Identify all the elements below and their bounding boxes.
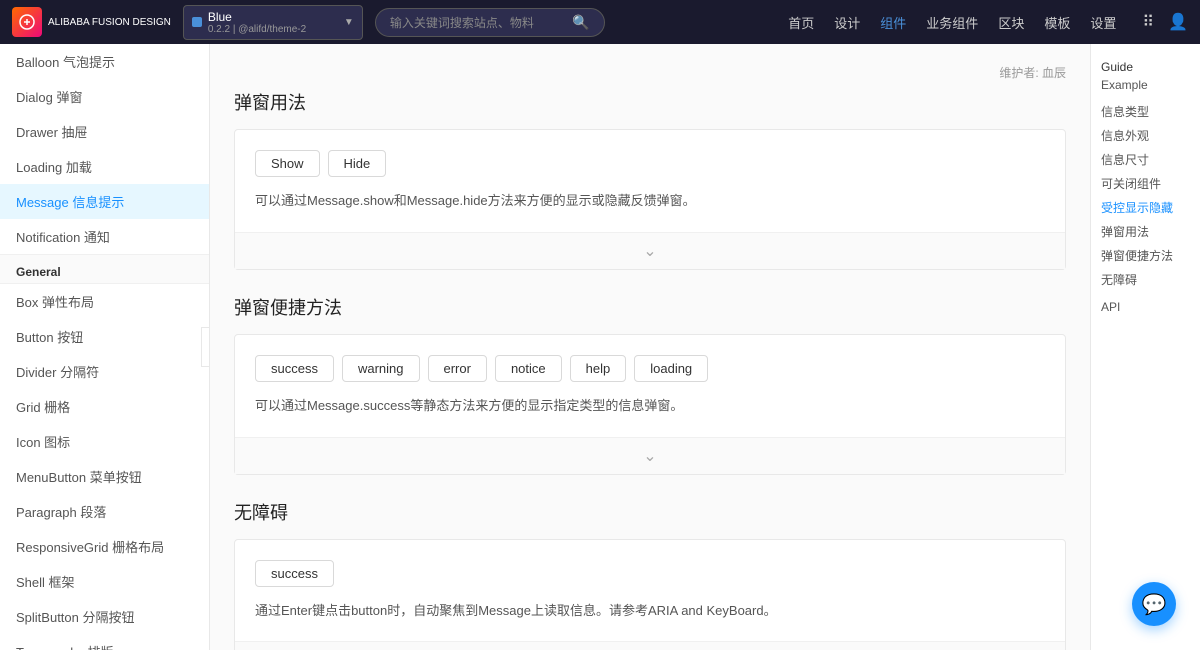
demo-card-1-body: Show Hide 可以通过Message.show和Message.hide方… — [235, 130, 1065, 232]
theme-selector[interactable]: Blue 0.2.2 | @alifd/theme-2 ▼ — [183, 5, 363, 40]
sidebar-item-responsivegrid[interactable]: ResponsiveGrid 栅格布局 — [0, 529, 209, 564]
sidebar-item-loading[interactable]: Loading 加载 — [0, 149, 209, 184]
sidebar-item-splitbutton[interactable]: SplitButton 分隔按钮 — [0, 599, 209, 634]
success-button-2[interactable]: success — [255, 560, 334, 587]
top-nav: ALIBABA FUSION DESIGN Blue 0.2.2 | @alif… — [0, 0, 1200, 44]
demo-card-3-footer[interactable]: ⌄ — [235, 641, 1065, 650]
maintainer-info: 维护者: 血辰 — [234, 64, 1066, 81]
right-panel: Guide Example 信息类型 信息外观 信息尺寸 可关闭组件 受控显示隐… — [1090, 44, 1200, 650]
nav-link-design[interactable]: 设计 — [834, 13, 860, 32]
right-panel-item-modal-usage[interactable]: 弹窗用法 — [1101, 220, 1190, 244]
sidebar-item-typography[interactable]: Typography 排版 — [0, 634, 209, 650]
right-panel-item-size[interactable]: 信息尺寸 — [1101, 148, 1190, 172]
right-panel-api[interactable]: API — [1101, 300, 1190, 314]
error-button[interactable]: error — [428, 355, 487, 382]
nav-link-home[interactable]: 首页 — [788, 13, 814, 32]
theme-info: Blue 0.2.2 | @alifd/theme-2 — [208, 10, 338, 35]
sidebar-item-menubutton[interactable]: MenuButton 菜单按钮 — [0, 459, 209, 494]
demo-buttons-2: success warning error notice help loadin… — [255, 355, 1045, 382]
sidebar-item-box[interactable]: Box 弹性布局 — [0, 284, 209, 319]
notice-button[interactable]: notice — [495, 355, 562, 382]
section3-description: 通过Enter键点击button时，自动聚焦到Message上读取信息。请参考A… — [255, 601, 1045, 622]
sidebar-item-grid[interactable]: Grid 栅格 — [0, 389, 209, 424]
right-panel-guide[interactable]: Guide — [1101, 60, 1190, 74]
grid-icon[interactable]: ⠿ — [1142, 12, 1154, 32]
chat-icon: 💬 — [1142, 592, 1167, 617]
demo-card-2-footer[interactable]: ⌄ — [235, 437, 1065, 474]
demo-card-1: Show Hide 可以通过Message.show和Message.hide方… — [234, 129, 1066, 270]
theme-version: 0.2.2 | @alifd/theme-2 — [208, 24, 338, 35]
right-panel-item-type[interactable]: 信息类型 — [1101, 100, 1190, 124]
sidebar-item-icon[interactable]: Icon 图标 — [0, 424, 209, 459]
demo-card-1-footer[interactable]: ⌄ — [235, 232, 1065, 269]
nav-links: 首页 设计 组件 业务组件 区块 模板 设置 — [788, 13, 1116, 32]
demo-buttons-1: Show Hide — [255, 150, 1045, 177]
nav-link-biz[interactable]: 业务组件 — [926, 13, 978, 32]
sidebar-collapse-button[interactable]: 《 — [201, 327, 210, 367]
sidebar-item-message[interactable]: Message 信息提示 — [0, 184, 209, 219]
nav-icons: ⠿ 👤 — [1142, 12, 1188, 32]
right-panel-item-accessibility[interactable]: 无障碍 — [1101, 268, 1190, 292]
section2-title: 弹窗便捷方法 — [234, 294, 1066, 320]
success-button-1[interactable]: success — [255, 355, 334, 382]
hide-button[interactable]: Hide — [328, 150, 387, 177]
show-button[interactable]: Show — [255, 150, 320, 177]
right-panel-item-closable[interactable]: 可关闭组件 — [1101, 172, 1190, 196]
demo-card-2-body: success warning error notice help loadin… — [235, 335, 1065, 437]
logo-text: ALIBABA FUSION DESIGN — [48, 16, 171, 29]
nav-link-templates[interactable]: 模板 — [1044, 13, 1070, 32]
search-icon: 🔍 — [572, 14, 589, 31]
sidebar-item-divider[interactable]: Divider 分隔符 — [0, 354, 209, 389]
demo-card-2: success warning error notice help loadin… — [234, 334, 1066, 475]
section-modal-shortcuts: 弹窗便捷方法 success warning error notice help… — [234, 294, 1066, 475]
nav-link-blocks[interactable]: 区块 — [998, 13, 1024, 32]
sidebar-item-drawer[interactable]: Drawer 抽屉 — [0, 114, 209, 149]
section2-description: 可以通过Message.success等静态方法来方便的显示指定类型的信息弹窗。 — [255, 396, 1045, 417]
sidebar-item-shell[interactable]: Shell 框架 — [0, 564, 209, 599]
warning-button[interactable]: warning — [342, 355, 420, 382]
sidebar: Balloon 气泡提示 Dialog 弹窗 Drawer 抽屉 Loading… — [0, 44, 210, 650]
sidebar-item-button[interactable]: Button 按钮 — [0, 319, 209, 354]
section-accessibility: 无障碍 success 通过Enter键点击button时，自动聚焦到Messa… — [234, 499, 1066, 650]
right-panel-item-controlled[interactable]: 受控显示隐藏 — [1101, 196, 1190, 220]
right-panel-item-appearance[interactable]: 信息外观 — [1101, 124, 1190, 148]
demo-buttons-3: success — [255, 560, 1045, 587]
logo-area: ALIBABA FUSION DESIGN — [12, 7, 171, 37]
sidebar-item-balloon[interactable]: Balloon 气泡提示 — [0, 44, 209, 79]
loading-button[interactable]: loading — [634, 355, 708, 382]
section1-description: 可以通过Message.show和Message.hide方法来方便的显示或隐藏… — [255, 191, 1045, 212]
user-avatar-icon[interactable]: 👤 — [1168, 12, 1188, 32]
chevron-down-icon: ▼ — [344, 17, 354, 28]
right-panel-item-modal-shortcut[interactable]: 弹窗便捷方法 — [1101, 244, 1190, 268]
help-button[interactable]: help — [570, 355, 627, 382]
theme-name: Blue — [208, 10, 338, 24]
section-modal-usage: 弹窗用法 Show Hide 可以通过Message.show和Message.… — [234, 89, 1066, 270]
expand-icon-2: ⌄ — [643, 446, 656, 466]
section1-title: 弹窗用法 — [234, 89, 1066, 115]
content-wrapper: 维护者: 血辰 弹窗用法 Show Hide 可以通过Message.show和… — [210, 44, 1200, 650]
sidebar-section-general: General — [0, 254, 209, 284]
expand-icon-1: ⌄ — [643, 241, 656, 261]
sidebar-item-notification[interactable]: Notification 通知 — [0, 219, 209, 254]
sidebar-item-paragraph[interactable]: Paragraph 段落 — [0, 494, 209, 529]
theme-dot — [192, 17, 202, 27]
sidebar-item-dialog[interactable]: Dialog 弹窗 — [0, 79, 209, 114]
main-layout: Balloon 气泡提示 Dialog 弹窗 Drawer 抽屉 Loading… — [0, 44, 1200, 650]
right-panel-example[interactable]: Example — [1101, 78, 1190, 92]
section3-title: 无障碍 — [234, 499, 1066, 525]
demo-card-3-body: success 通过Enter键点击button时，自动聚焦到Message上读… — [235, 540, 1065, 642]
chat-button[interactable]: 💬 — [1132, 582, 1176, 626]
demo-card-3: success 通过Enter键点击button时，自动聚焦到Message上读… — [234, 539, 1066, 650]
search-text: 输入关键词搜索站点、物料 — [390, 14, 534, 31]
search-bar[interactable]: 输入关键词搜索站点、物料 🔍 — [375, 8, 605, 37]
nav-link-settings[interactable]: 设置 — [1090, 13, 1116, 32]
nav-link-components[interactable]: 组件 — [880, 13, 906, 32]
logo-icon — [12, 7, 42, 37]
content: 维护者: 血辰 弹窗用法 Show Hide 可以通过Message.show和… — [210, 44, 1090, 650]
